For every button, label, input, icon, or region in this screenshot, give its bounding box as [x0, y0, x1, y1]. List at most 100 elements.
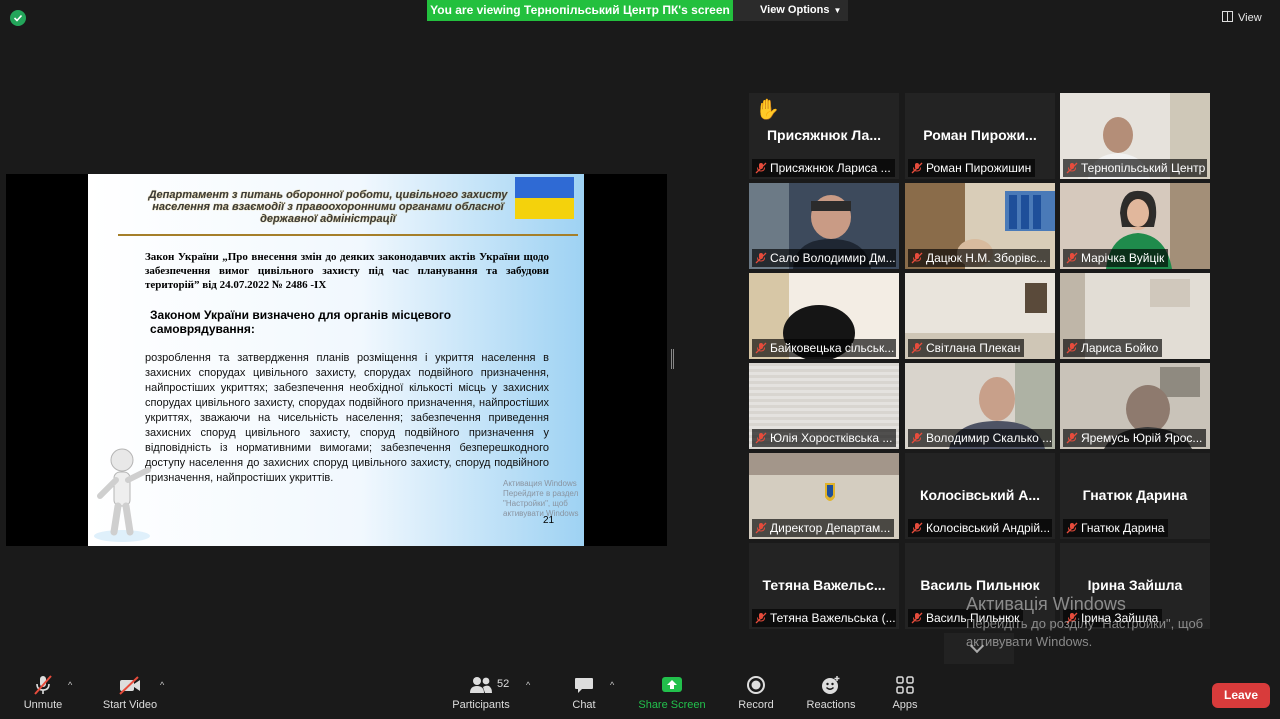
participant-tile[interactable]: Байковецька сільськ...	[749, 273, 899, 359]
slide-divider	[118, 234, 578, 236]
participant-name-label: Тетяна Важельська (...	[770, 611, 896, 625]
chevron-down-icon: ▼	[833, 6, 842, 15]
unmute-button[interactable]: Unmute	[20, 674, 66, 711]
slide-body-text: розроблення та затвердження планів розмі…	[145, 352, 549, 484]
view-options-button[interactable]: View Options ▼	[733, 0, 848, 21]
participant-tile[interactable]: Яремусь Юрій Ярос...	[1060, 363, 1210, 449]
ukraine-flag-icon	[515, 177, 574, 219]
muted-microphone-icon	[1066, 521, 1078, 534]
participant-name-label: Директор Департам...	[770, 521, 891, 535]
participant-tile[interactable]: Тернопільський Центр ...	[1060, 93, 1210, 179]
chat-label: Chat	[572, 699, 596, 711]
muted-microphone-icon	[1066, 161, 1078, 174]
participant-name-tag: Байковецька сільськ...	[752, 339, 896, 357]
muted-microphone-icon	[911, 251, 923, 264]
meeting-toolbar: Unmute ^ Start Video ^ Participants 52 ^…	[0, 664, 1280, 719]
participant-name-label: Світлана Плекан	[926, 341, 1021, 355]
participant-name-label: Марічка Вуйцік	[1081, 251, 1165, 265]
record-button[interactable]: Record	[736, 674, 776, 711]
muted-microphone-icon	[755, 161, 767, 174]
participant-display-name: Василь Пильнюк	[920, 577, 1040, 593]
participant-name-tag: Лариса Бойко	[1063, 339, 1163, 357]
participant-tile[interactable]: Дацюк Н.М. Зборівс...	[905, 183, 1055, 269]
muted-microphone-icon	[34, 675, 52, 695]
view-button[interactable]: View	[1222, 8, 1274, 28]
participants-label: Participants	[452, 699, 510, 711]
participants-caret-icon[interactable]: ^	[526, 680, 536, 690]
participant-name-label: Лариса Бойко	[1081, 341, 1159, 355]
participant-name-label: Володимир Скалько ...	[926, 431, 1052, 445]
share-screen-button[interactable]: Share Screen	[638, 674, 706, 711]
slide-subheading: Законом України визначено для органів мі…	[150, 308, 452, 336]
muted-microphone-icon	[1066, 251, 1078, 264]
participant-tile[interactable]: Директор Департам...	[749, 453, 899, 539]
participants-icon	[470, 677, 492, 693]
participant-tile[interactable]: Сало Володимир Дм...	[749, 183, 899, 269]
participant-display-name: Тетяна Важельс...	[762, 577, 886, 593]
participant-tile[interactable]: Володимир Скалько ...	[905, 363, 1055, 449]
grid-view-icon	[1222, 11, 1233, 22]
participant-tile[interactable]: Гнатюк Дарина Гнатюк Дарина	[1060, 453, 1210, 539]
chat-button[interactable]: Chat	[566, 674, 602, 711]
apps-icon	[896, 676, 914, 694]
muted-microphone-icon	[911, 341, 923, 354]
slide-header: Департамент з питань оборонної роботи, ц…	[148, 189, 508, 225]
participant-display-name: Присяжнюк Ла...	[766, 127, 882, 143]
participant-tile[interactable]: Тетяна Важельс... Тетяна Важельська (...	[749, 543, 899, 629]
muted-microphone-icon	[911, 611, 923, 624]
leave-button[interactable]: Leave	[1212, 683, 1270, 708]
slide-windows-watermark: Активация Windows Перейдите в раздел "На…	[503, 479, 579, 518]
reactions-smiley-icon	[822, 676, 840, 694]
muted-microphone-icon	[911, 161, 923, 174]
chat-caret-icon[interactable]: ^	[610, 680, 620, 690]
muted-microphone-icon	[755, 521, 767, 534]
start-video-label: Start Video	[102, 699, 158, 711]
start-video-button[interactable]: Start Video	[100, 674, 160, 711]
participant-name-tag: Марічка Вуйцік	[1063, 249, 1169, 267]
participant-tile[interactable]: Світлана Плекан	[905, 273, 1055, 359]
participant-tile[interactable]: ✋ Присяжнюк Ла... Присяжнюк Лариса ...	[749, 93, 899, 179]
participant-tile[interactable]: Роман Пирожи... Роман Пирожишин	[905, 93, 1055, 179]
participant-name-label: Сало Володимир Дм...	[770, 251, 896, 265]
participant-name-label: Присяжнюк Лариса ...	[770, 161, 891, 175]
security-shield-icon[interactable]	[10, 10, 26, 26]
split-view-handle[interactable]	[671, 349, 674, 369]
participant-name-tag: Сало Володимир Дм...	[752, 249, 896, 267]
muted-microphone-icon	[755, 431, 767, 444]
reactions-label: Reactions	[806, 699, 856, 711]
raised-hand-icon: ✋	[755, 99, 780, 121]
participant-tile[interactable]: Колосівський А... Колосівський Андрій...	[905, 453, 1055, 539]
participant-name-tag: Директор Департам...	[752, 519, 895, 537]
participant-display-name: Ірина Зайшла	[1087, 577, 1183, 593]
participant-name-label: Роман Пирожишин	[926, 161, 1032, 175]
participant-name-tag: Роман Пирожишин	[908, 159, 1036, 177]
view-label: View	[1238, 12, 1262, 24]
participant-name-tag: Тетяна Важельська (...	[752, 609, 896, 627]
reactions-button[interactable]: Reactions	[804, 674, 858, 711]
participant-tile[interactable]: Юлія Хоростківська ...	[749, 363, 899, 449]
muted-microphone-icon	[755, 341, 767, 354]
participant-name-tag: Дацюк Н.М. Зборівс...	[908, 249, 1051, 267]
record-icon	[747, 676, 765, 694]
participant-name-label: Колосівський Андрій...	[926, 521, 1051, 535]
top-bar: You are viewing Тернопільський Центр ПК'…	[0, 0, 1280, 36]
participant-name-tag: Присяжнюк Лариса ...	[752, 159, 895, 177]
apps-button[interactable]: Apps	[890, 674, 920, 711]
share-screen-label: Share Screen	[638, 699, 706, 711]
participant-display-name: Колосівський А...	[919, 487, 1041, 503]
share-screen-icon	[662, 677, 682, 692]
participant-name-tag: Колосівський Андрій...	[908, 519, 1052, 537]
presentation-slide: Департамент з питань оборонної роботи, ц…	[88, 174, 584, 546]
participant-name-tag: Юлія Хоростківська ...	[752, 429, 896, 447]
participant-name-label: Тернопільський Центр ...	[1081, 161, 1207, 175]
participant-tile[interactable]: Марічка Вуйцік	[1060, 183, 1210, 269]
participant-name-label: Байковецька сільськ...	[770, 341, 895, 355]
participant-name-label: Яремусь Юрій Ярос...	[1081, 431, 1203, 445]
participant-tile[interactable]: Лариса Бойко	[1060, 273, 1210, 359]
audio-options-caret-icon[interactable]: ^	[68, 680, 78, 690]
slide-page-number: 21	[543, 515, 555, 526]
record-label: Record	[738, 699, 774, 711]
participant-display-name: Гнатюк Дарина	[1082, 487, 1188, 503]
video-options-caret-icon[interactable]: ^	[160, 680, 170, 690]
video-off-icon	[119, 676, 140, 695]
